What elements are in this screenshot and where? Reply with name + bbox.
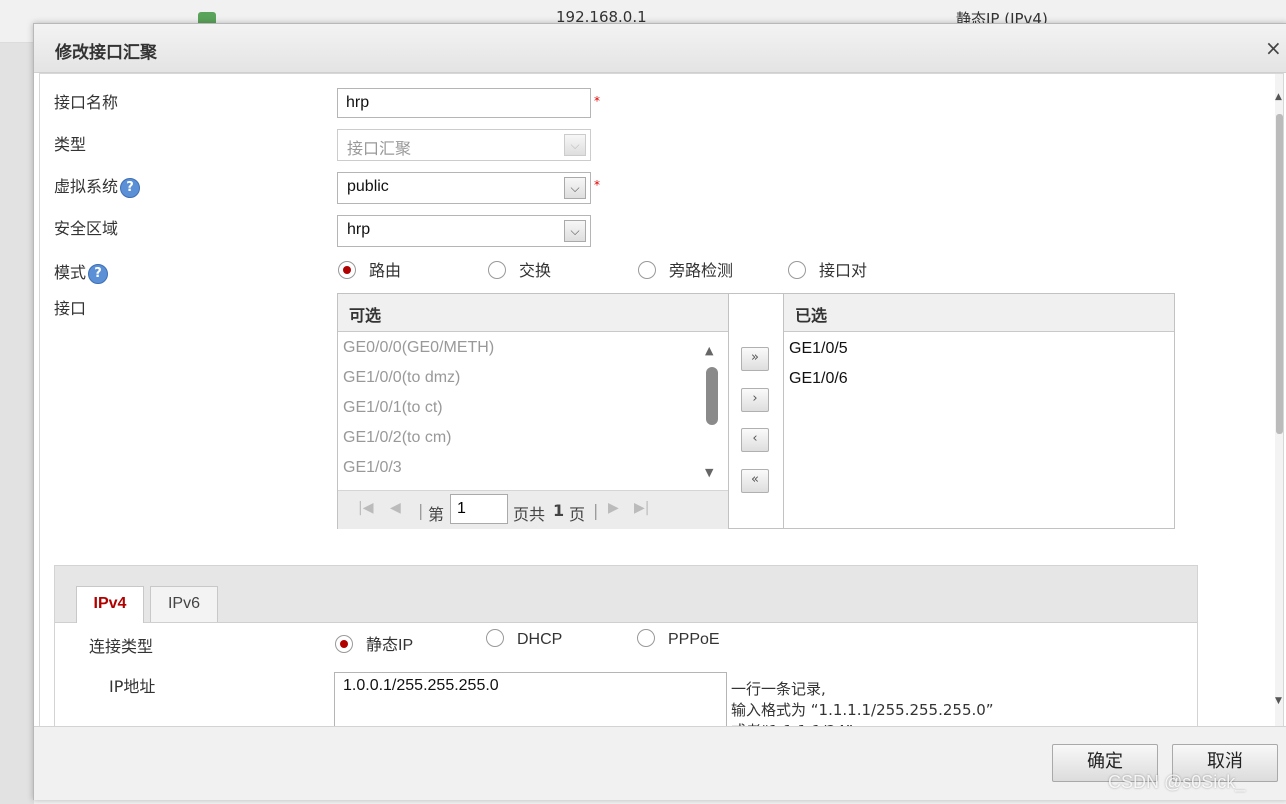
scroll-up-icon[interactable]: ▲	[1275, 92, 1283, 102]
required-mark: *	[594, 178, 600, 192]
list-item[interactable]: GE1/0/0(to dmz)	[343, 369, 460, 387]
tab-ipv4[interactable]: IPv4	[76, 586, 144, 623]
list-item[interactable]: GE1/0/5	[789, 340, 848, 358]
mode-radio-label: 交换	[519, 261, 552, 280]
pager-separator: |	[418, 501, 424, 520]
mode-radio-bypass[interactable]: 旁路检测	[638, 257, 733, 281]
pager-separator: |	[593, 501, 599, 520]
security-zone-value: hrp	[347, 221, 371, 238]
radio-dot[interactable]	[638, 260, 656, 279]
dialog-scrollbar[interactable]: ▲ ▼	[1275, 74, 1283, 746]
dialog-title: 修改接口汇聚	[55, 43, 157, 63]
type-select-value: 接口汇聚	[347, 139, 412, 158]
chevron-down-icon: ⌵	[564, 134, 586, 156]
transfer-buttons: » › ‹ «	[728, 293, 784, 529]
list-item[interactable]: GE1/0/6	[789, 370, 848, 388]
ip-hint-line1: 一行一条记录,	[731, 680, 826, 698]
close-icon[interactable]: ×	[1265, 36, 1282, 60]
mode-radio-pair[interactable]: 接口对	[788, 257, 867, 281]
dialog-footer: 确定 取消	[34, 726, 1286, 800]
list-item[interactable]: GE0/0/0(GE0/METH)	[343, 339, 494, 357]
conn-radio-pppoe[interactable]: PPPoE	[637, 629, 720, 649]
mode-label: 模式?	[54, 259, 109, 284]
mode-radio-label: 旁路检测	[669, 261, 734, 280]
remove-button[interactable]: ‹	[741, 428, 769, 452]
scroll-down-icon[interactable]: ▼	[1275, 696, 1283, 706]
edit-aggregation-dialog: 修改接口汇聚 × ▲ ▼ 接口名称 * 类型 接口汇聚 ⌵ 虚拟系统? publ…	[33, 23, 1286, 800]
conn-radio-label: 静态IP	[366, 637, 414, 654]
security-zone-select[interactable]: hrp ⌵	[337, 215, 591, 247]
dialog-body: ▲ ▼ 接口名称 * 类型 接口汇聚 ⌵ 虚拟系统? public ⌵ * 安全…	[39, 73, 1284, 747]
pager: |◀ ◀ | 第 页共 1 页 | ▶ ▶|	[338, 490, 728, 529]
available-interfaces-panel: 可选 GE0/0/0(GE0/METH) GE1/0/0(to dmz) GE1…	[337, 293, 729, 529]
list-scroll-down-icon[interactable]: ▼	[705, 466, 713, 479]
available-panel-title: 可选	[349, 306, 382, 325]
tab-strip: IPv4 IPv6	[55, 566, 1197, 623]
ip-hint-line2: 输入格式为 “1.1.1.1/255.255.255.0”	[731, 701, 994, 719]
radio-dot[interactable]	[488, 260, 506, 279]
watermark: CSDN @s0Sick_	[1108, 772, 1246, 792]
ip-address-label: IP地址	[109, 677, 156, 696]
mode-radio-switch[interactable]: 交换	[488, 257, 551, 281]
conn-radio-static[interactable]: 静态IP	[335, 631, 413, 655]
last-page-icon[interactable]: ▶|	[634, 500, 649, 516]
radio-dot[interactable]	[335, 634, 353, 653]
mode-label-text: 模式	[54, 263, 87, 282]
list-scrollbar-thumb[interactable]	[706, 367, 718, 425]
virtual-system-value: public	[347, 178, 389, 195]
prev-page-icon[interactable]: ◀	[390, 500, 401, 516]
pager-unit: 页	[569, 505, 586, 524]
radio-dot[interactable]	[338, 260, 356, 279]
interface-name-label: 接口名称	[54, 93, 119, 112]
next-page-icon[interactable]: ▶	[608, 500, 619, 516]
radio-dot[interactable]	[637, 629, 655, 647]
chevron-down-icon[interactable]: ⌵	[564, 220, 586, 242]
pager-suffix: 页共	[513, 505, 546, 524]
virtual-system-label-text: 虚拟系统	[54, 177, 119, 196]
first-page-icon[interactable]: |◀	[358, 500, 373, 516]
connection-type-label: 连接类型	[89, 637, 154, 656]
mode-radio-label: 路由	[369, 261, 402, 280]
selected-interfaces-panel: 已选 GE1/0/5 GE1/0/6	[783, 293, 1175, 529]
virtual-system-label: 虚拟系统?	[54, 173, 141, 198]
scrollbar-thumb[interactable]	[1276, 114, 1283, 434]
interface-label: 接口	[54, 299, 87, 318]
pager-prefix: 第	[428, 505, 445, 524]
list-item[interactable]: GE1/0/1(to ct)	[343, 399, 443, 417]
chevron-down-icon[interactable]: ⌵	[564, 177, 586, 199]
radio-dot[interactable]	[788, 260, 806, 279]
background-left-strip	[0, 0, 34, 804]
available-panel-header: 可选	[338, 294, 728, 332]
help-icon[interactable]: ?	[88, 263, 109, 284]
type-label: 类型	[54, 135, 87, 154]
mode-radio-route[interactable]: 路由	[338, 257, 401, 281]
mode-radio-label: 接口对	[819, 261, 868, 280]
type-select: 接口汇聚 ⌵	[337, 129, 591, 161]
list-item[interactable]: GE1/0/3	[343, 459, 402, 477]
selected-panel-title: 已选	[795, 306, 828, 325]
add-button[interactable]: ›	[741, 388, 769, 412]
required-mark: *	[594, 94, 600, 108]
remove-all-button[interactable]: «	[741, 469, 769, 493]
conn-radio-dhcp[interactable]: DHCP	[486, 629, 563, 649]
radio-dot[interactable]	[486, 629, 504, 647]
security-zone-label: 安全区域	[54, 219, 119, 238]
tab-ipv6[interactable]: IPv6	[150, 586, 218, 622]
selected-panel-header: 已选	[784, 294, 1174, 332]
ip-config-tabs: IPv4 IPv6 连接类型 静态IP DHCP PPPoE IP地址 1.0.…	[54, 565, 1198, 746]
conn-radio-label: PPPoE	[668, 631, 720, 649]
help-icon[interactable]: ?	[120, 177, 141, 198]
dialog-header: 修改接口汇聚 ×	[34, 24, 1286, 73]
conn-radio-label: DHCP	[517, 631, 563, 649]
virtual-system-select[interactable]: public ⌵	[337, 172, 591, 204]
interface-name-input[interactable]	[337, 88, 591, 118]
list-item[interactable]: GE1/0/2(to cm)	[343, 429, 451, 447]
pager-total: 1	[553, 501, 565, 520]
list-scroll-up-icon[interactable]: ▲	[705, 344, 713, 357]
add-all-button[interactable]: »	[741, 347, 769, 371]
page-number-input[interactable]	[450, 494, 508, 524]
